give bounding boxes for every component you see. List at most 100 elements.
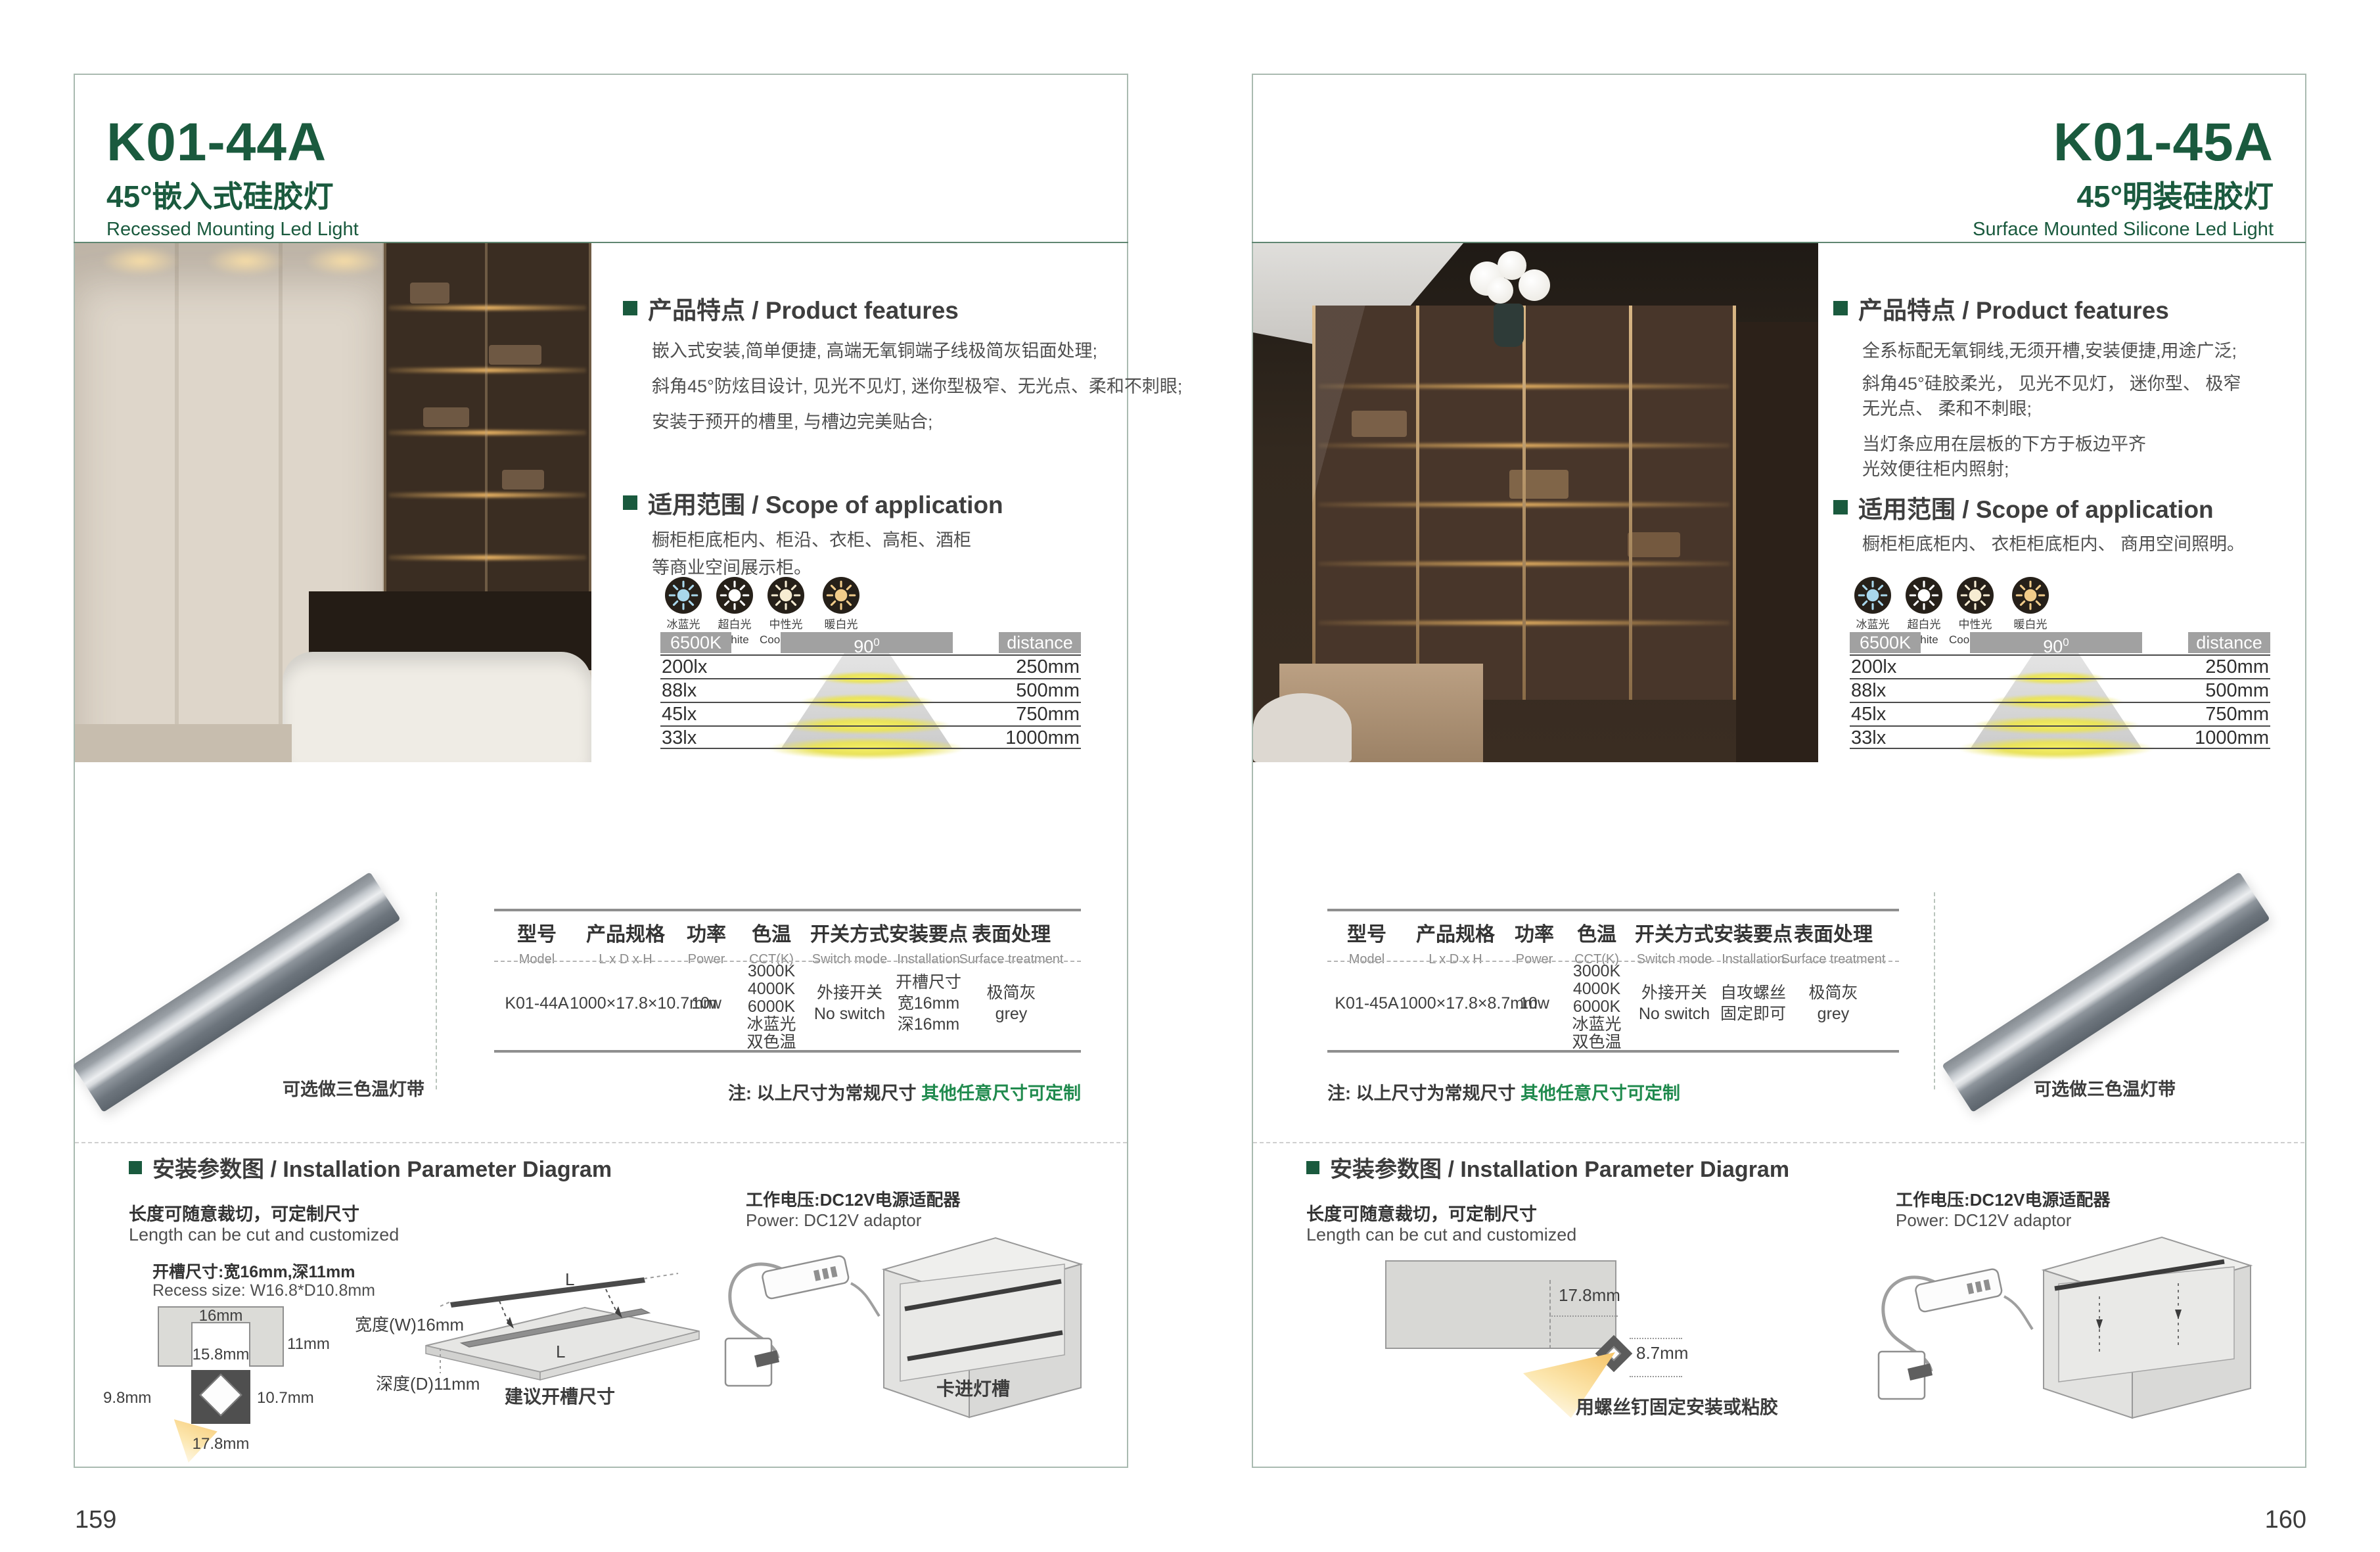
distance-value: 750mm [2205, 703, 2269, 725]
col-header: 开关方式Switch mode [1628, 918, 1720, 967]
light-label-cn: 中性光 [760, 617, 812, 632]
length-note-en: Length can be cut and customized [1306, 1225, 1576, 1245]
adaptor-diagram [1869, 1252, 2034, 1409]
product-photo [1253, 243, 1818, 762]
lux-value: 45lx [662, 703, 697, 725]
distance-value: 250mm [2205, 656, 2269, 678]
square-bullet-icon [1306, 1161, 1319, 1174]
table-top-rule [494, 909, 1081, 911]
mount-caption: 用螺丝钉固定安装或粘胶 [1576, 1393, 1778, 1419]
dim-guide-line [1630, 1376, 1682, 1377]
sun-icon [665, 605, 702, 616]
profile-caption: 可选做三色温灯带 [2034, 1075, 2176, 1101]
lux-value: 200lx [662, 656, 707, 678]
header-cn: 型号 [497, 918, 576, 947]
flowers [1519, 269, 1550, 301]
dim-16mm: 16mm [191, 1307, 250, 1325]
distance-label-bar: distance [2188, 632, 2270, 653]
section-title: 产品特点 / Product features [1858, 290, 2169, 326]
square-bullet-icon [1833, 301, 1848, 315]
feature-line: 嵌入式安装,简单便捷, 高端无氧铜端子线极简灰铝面处理; [652, 336, 1097, 362]
feature-line: 斜角45°防炫目设计, 见光不见灯, 迷你型极窄、无光点、柔和不刺眼; [652, 372, 1182, 398]
table-note: 注: 以上尺寸为常规尺寸 其他任意尺寸可定制 [1327, 1079, 1680, 1105]
lux-value: 200lx [1851, 656, 1896, 678]
header-en: Model [497, 952, 576, 967]
surface-line: 极简灰 [952, 982, 1070, 1003]
dim-8.7mm: 8.7mm [1636, 1343, 1688, 1363]
scope-line: 等商业空间展示柜。 [652, 553, 812, 579]
light-label-cn: 冰蓝光 [657, 617, 710, 632]
switch-line: No switch [1628, 1003, 1720, 1024]
angle-label-bar: 900 [1970, 632, 2142, 653]
page-title: K01-44A [106, 116, 359, 170]
section-product-features: 产品特点 / Product features [623, 290, 959, 326]
light-label-cn: 暖白光 [815, 617, 867, 632]
vertical-divider [436, 892, 437, 1089]
cell-model: K01-45A [1327, 993, 1406, 1014]
distance-value: 250mm [1016, 656, 1080, 678]
power-label-cn: 工作电压:DC12V电源适配器 [746, 1187, 960, 1211]
scope-line: 橱柜柜底柜内、 衣柜柜底柜内、 商用空间照明。 [1862, 530, 2245, 555]
catalog-spread: K01-44A 45°嵌入式硅胶灯 Recessed Mounting Led … [0, 0, 2380, 1552]
page-subtitle-cn: 45°嵌入式硅胶灯 [106, 180, 359, 214]
vertical-divider [1934, 892, 1935, 1089]
cct-line: 3000K [1551, 963, 1643, 980]
cabinet-diagram [2027, 1221, 2260, 1431]
length-note-cn: 长度可随意裁切，可定制尺寸 [129, 1200, 359, 1225]
cell-switch: 外接开关 No switch [804, 982, 896, 1024]
angle-sup: 0 [873, 636, 879, 649]
lux-value: 45lx [1851, 703, 1886, 725]
page-subtitle-en: Recessed Mounting Led Light [106, 219, 359, 240]
lux-row: 88lx500mm [1850, 678, 2270, 702]
section-title: 适用范围 / Scope of application [1858, 490, 2214, 525]
page-subtitle-cn: 45°明装硅胶灯 [1973, 180, 2274, 214]
dim-guide-line [1549, 1315, 1618, 1317]
distance-value: 500mm [1016, 679, 1080, 702]
tall-cabinet [1736, 322, 1818, 762]
feature-line: 光效便往柜内照射; [1862, 455, 2009, 480]
spotlight-glow [206, 246, 285, 276]
switch-line: 外接开关 [1628, 982, 1720, 1003]
sun-icon [823, 605, 859, 616]
section-installation: 安装参数图 / Installation Parameter Diagram [129, 1151, 612, 1183]
groove-caption: 建议开槽尺寸 [505, 1382, 615, 1409]
pouf [1253, 693, 1352, 762]
cct-line: 双色温 [1551, 1034, 1643, 1051]
square-bullet-icon [623, 495, 637, 510]
power-label-cn: 工作电压:DC12V电源适配器 [1896, 1187, 2110, 1211]
lux-row: 200lx 250mm [660, 654, 1081, 678]
beam-distance-table: 6500K 900 distance 200lx250mm 88lx500mm … [1850, 632, 2270, 750]
surface-line: grey [1774, 1003, 1892, 1024]
section-separator [75, 1142, 1127, 1143]
lux-row: 45lx 750mm [1850, 702, 2270, 725]
sun-icon [1906, 605, 1942, 616]
profile-product-image [1961, 908, 2244, 1076]
section-title: 安装参数图 / Installation Parameter Diagram [1330, 1151, 1789, 1183]
sun-icon [716, 605, 753, 616]
col-header: 型号 Model [497, 918, 576, 967]
section-title: 适用范围 / Scope of application [648, 485, 1003, 520]
section-product-features: 产品特点 / Product features [1833, 290, 2169, 326]
header-en: Surface treatment [952, 952, 1070, 967]
square-bullet-icon [623, 301, 637, 315]
sun-icon [767, 605, 804, 616]
cct-label-bar: 6500K [660, 632, 731, 653]
board-width-label: 宽度(W)16mm [355, 1312, 464, 1336]
page-number: 160 [2188, 1506, 2306, 1534]
sun-icon [1957, 605, 1994, 616]
spec-table: 型号Model 产品规格L x D x H 功率Power 色温CCT(K) 开… [1327, 909, 1899, 1053]
distance-value: 1000mm [2195, 727, 2269, 749]
cell-switch: 外接开关 No switch [1628, 982, 1720, 1024]
table-note: 注: 以上尺寸为常规尺寸 其他任意尺寸可定制 [494, 1079, 1081, 1105]
cell-surface: 极简灰 grey [952, 982, 1070, 1024]
vase [1494, 304, 1524, 347]
lux-row: 45lx750mm [660, 702, 1081, 725]
beam-distance-table: 6500K 900 distance 200lx250mm 88lx500mm … [660, 632, 1081, 750]
dim-17.8mm: 17.8mm [1559, 1285, 1620, 1306]
flowers [1487, 277, 1513, 304]
light-label-cn: 冰蓝光 [1846, 617, 1899, 632]
lux-value: 88lx [1851, 679, 1886, 702]
switch-line: 外接开关 [804, 982, 896, 1003]
spotlight-glow [305, 246, 384, 276]
lux-row: 200lx 250mm [1850, 654, 2270, 678]
